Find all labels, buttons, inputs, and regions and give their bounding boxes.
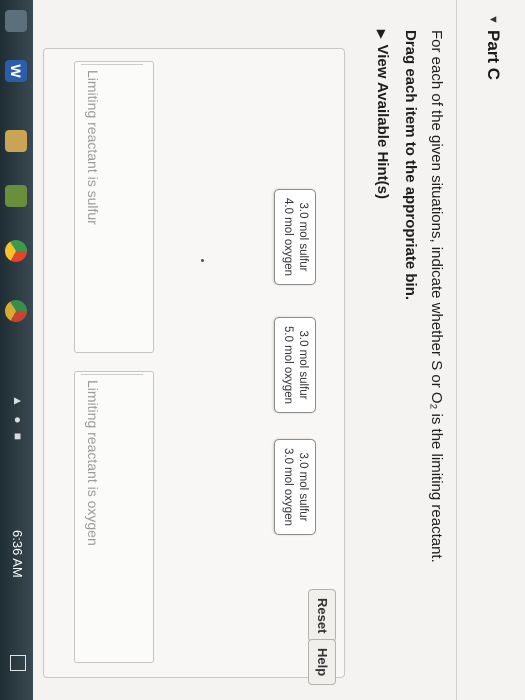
draggable-item[interactable]: 3.0 mol sulfur 4.0 mol oxygen xyxy=(274,189,316,285)
part-title: Part C xyxy=(484,30,503,81)
part-header[interactable]: ▼ Part C xyxy=(456,0,525,700)
bin-divider xyxy=(81,64,143,65)
item-line: 3.0 mol oxygen xyxy=(282,448,294,526)
file-explorer-icon[interactable] xyxy=(5,130,27,152)
help-button[interactable]: Help xyxy=(308,639,336,686)
start-icon[interactable] xyxy=(5,10,27,32)
bin-limiting-oxygen[interactable]: Limiting reactant is oxygen xyxy=(74,371,154,663)
hints-label: View Available Hint(s) xyxy=(374,44,391,199)
draggable-item[interactable]: 3.0 mol sulfur 3.0 mol oxygen xyxy=(274,439,316,535)
reset-button[interactable]: Reset xyxy=(308,589,336,643)
cursor-dot xyxy=(201,259,204,262)
drag-drop-workspace: 3.0 mol sulfur 4.0 mol oxygen 3.0 mol su… xyxy=(43,48,345,686)
instructions-text: For each of the given situations, indica… xyxy=(428,30,445,563)
app-icon[interactable] xyxy=(5,185,27,207)
item-line: 5.0 mol oxygen xyxy=(282,326,294,404)
chrome-icon[interactable] xyxy=(5,240,27,262)
item-line: 4.0 mol oxygen xyxy=(282,198,294,276)
item-line: 3.0 mol sulfur xyxy=(297,330,309,400)
word-icon[interactable]: W xyxy=(5,60,27,82)
bin-label: Limiting reactant is sulfur xyxy=(85,70,101,225)
notification-icon[interactable] xyxy=(10,655,26,671)
expand-triangle-icon: ▶ xyxy=(375,30,387,39)
view-hints-link[interactable]: ▶ View Available Hint(s) xyxy=(374,30,391,199)
item-line: 3.0 mol sulfur xyxy=(297,452,309,522)
bin-label: Limiting reactant is oxygen xyxy=(85,380,101,546)
bin-divider xyxy=(81,374,143,375)
taskbar-clock[interactable]: 6:36 AM xyxy=(10,530,25,578)
taskbar: W ▲ ● ■ 6:36 AM xyxy=(0,0,33,700)
draggable-item[interactable]: 3.0 mol sulfur 5.0 mol oxygen xyxy=(274,317,316,413)
system-tray-icons[interactable]: ▲ ● ■ xyxy=(11,395,25,443)
collapse-caret-icon[interactable]: ▼ xyxy=(487,14,499,25)
screen: ▼ Part C For each of the given situation… xyxy=(0,0,525,700)
item-line: 3.0 mol sulfur xyxy=(297,202,309,272)
bin-limiting-sulfur[interactable]: Limiting reactant is sulfur xyxy=(74,61,154,353)
drag-instructions: Drag each item to the appropriate bin. xyxy=(402,30,419,301)
browser-icon[interactable] xyxy=(5,300,27,322)
